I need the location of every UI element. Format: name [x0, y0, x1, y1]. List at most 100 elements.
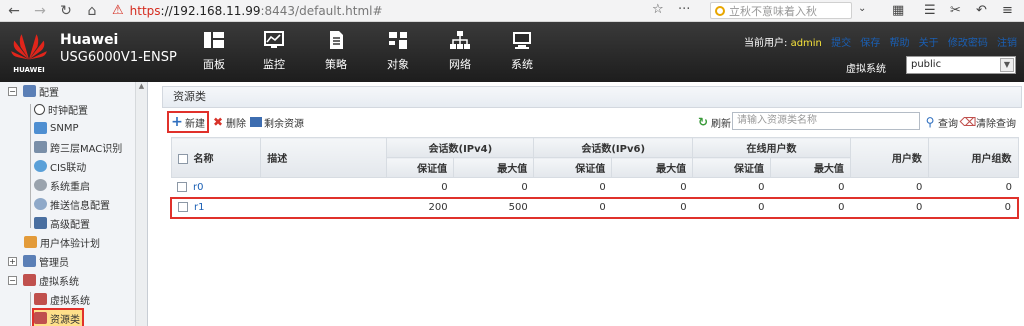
change-password-link[interactable]: 修改密码	[948, 38, 988, 49]
col-user-groups: 用户组数	[927, 137, 1019, 178]
more-icon[interactable]: ···	[678, 2, 690, 17]
apps-grid-icon[interactable]: ▦	[892, 3, 904, 18]
bookmark-star-icon[interactable]: ☆	[652, 2, 664, 17]
table-row[interactable]: r0 0 0 0 0 0 0 0 0	[171, 177, 1018, 198]
row-checkbox[interactable]	[178, 202, 188, 212]
row-online-guarantee: 0	[692, 177, 771, 198]
collapse-icon[interactable]: −	[8, 86, 17, 96]
page-title: 资源类	[162, 86, 1022, 108]
new-button[interactable]: + 新建	[167, 111, 209, 133]
select-all-checkbox[interactable]	[177, 154, 188, 164]
sidebar-item-label: 推送信息配置	[50, 200, 110, 212]
menu-label: 面板	[203, 58, 225, 71]
sidebar-item-admin[interactable]: + 管理员	[8, 253, 69, 269]
browser-search-placeholder: 立秋不意味着入秋	[729, 4, 817, 18]
add-icon: +	[171, 114, 183, 130]
sidebar-item-vsys-sub[interactable]: 虚拟系统	[34, 291, 90, 307]
collapse-icon[interactable]: −	[8, 275, 17, 285]
object-icon	[389, 32, 407, 49]
menu-object[interactable]: 对象	[376, 30, 420, 72]
row-ipv4-guarantee: 0	[386, 177, 454, 198]
undo-icon[interactable]: ↶	[976, 3, 987, 18]
cut-icon[interactable]: ✂	[950, 3, 961, 18]
col-ipv6-guarantee: 保证值	[533, 157, 613, 178]
back-icon[interactable]: ←	[4, 1, 24, 21]
resource-search-input[interactable]: 请输入资源类名称	[732, 112, 920, 130]
row-user-groups: 0	[928, 177, 1018, 198]
sidebar-item-vsys[interactable]: − 虚拟系统	[8, 272, 79, 288]
expand-icon[interactable]: +	[8, 256, 17, 266]
vsys-select[interactable]: public ▼	[906, 56, 1016, 74]
brand-title: Huawei USG6000V1-ENSP	[60, 32, 177, 66]
menu-icon[interactable]: ≡	[1002, 3, 1013, 18]
network-icon	[450, 31, 470, 49]
commit-link[interactable]: 提交	[831, 38, 851, 49]
row-users: 0	[850, 196, 929, 219]
sidebar-item-snmp[interactable]: SNMP	[34, 120, 79, 136]
snmp-icon	[34, 122, 47, 134]
row-name-link[interactable]: r1	[194, 202, 204, 213]
sidebar-item-label: 配置	[39, 87, 59, 99]
save-link[interactable]: 保存	[860, 38, 880, 49]
ux-plan-icon	[24, 236, 37, 248]
query-label: 查询	[938, 118, 958, 130]
reload-icon[interactable]: ↻	[56, 1, 76, 21]
about-link[interactable]: 关于	[919, 38, 939, 49]
sidebar-item-reboot[interactable]: 系统重启	[34, 177, 90, 193]
remaining-resource-button[interactable]: 剩余资源	[250, 113, 304, 131]
resource-class-icon	[34, 312, 47, 324]
sidebar-item-clock[interactable]: 时钟配置	[34, 101, 88, 117]
browser-toolbar: ← → ↻ ⌂ ⚠ https ://192.168.11.99 :8443/d…	[0, 0, 1024, 22]
mac-icon	[34, 141, 47, 153]
sidebar-item-push-info[interactable]: 推送信息配置	[34, 196, 110, 212]
sidebar-item-label: 管理员	[39, 257, 69, 269]
forward-icon[interactable]: →	[30, 1, 50, 21]
sidebar-item-ux-plan[interactable]: 用户体验计划	[24, 234, 100, 250]
logo-text: HUAWEI	[13, 66, 45, 74]
menu-label: 对象	[387, 58, 409, 71]
sidebar-item-config[interactable]: − 配置	[8, 83, 59, 99]
advanced-config-icon	[34, 217, 47, 229]
sidebar-item-label: 系统重启	[50, 181, 90, 193]
menu-policy[interactable]: 策略	[314, 30, 358, 72]
refresh-button[interactable]: ↻ 刷新	[697, 113, 731, 131]
vsys-icon	[23, 274, 36, 286]
vsys-sub-icon	[34, 293, 47, 305]
menu-dashboard[interactable]: 面板	[192, 30, 236, 72]
row-online-max: 0	[770, 177, 851, 198]
new-label: 新建	[185, 118, 205, 130]
delete-button[interactable]: ✖ 删除	[212, 113, 246, 131]
sidebar-item-cis[interactable]: CIS联动	[34, 158, 86, 174]
home-icon[interactable]: ⌂	[82, 1, 102, 21]
col-ipv4-guarantee: 保证值	[386, 157, 455, 178]
menu-network[interactable]: 网络	[438, 30, 482, 72]
sidebar-item-resource-class[interactable]: 资源类	[32, 308, 84, 326]
row-name-link[interactable]: r0	[193, 182, 203, 193]
reading-list-icon[interactable]: ☰	[924, 3, 936, 18]
query-button[interactable]: ⚲ 查询	[924, 113, 958, 131]
logout-link[interactable]: 注销	[997, 38, 1017, 49]
address-bar[interactable]: ⚠ https ://192.168.11.99 :8443/default.h…	[112, 1, 704, 20]
sidebar-scrollbar[interactable]: ▲	[135, 82, 147, 326]
menu-monitor[interactable]: 监控	[252, 30, 296, 72]
col-name[interactable]: 名称	[170, 137, 262, 178]
dropdown-icon[interactable]: ⌄	[858, 3, 866, 14]
browser-search-input[interactable]: 立秋不意味着入秋	[710, 2, 852, 19]
scroll-up-icon[interactable]: ▲	[136, 82, 147, 92]
huawei-logo-icon	[11, 34, 47, 60]
device-model: USG6000V1-ENSP	[60, 50, 177, 65]
table-row[interactable]: r1 200 500 0 0 0 0 0 0	[170, 196, 1019, 219]
sidebar-item-advanced[interactable]: 高级配置	[34, 215, 90, 231]
clear-query-button[interactable]: ⌫ 清除查询	[960, 113, 1016, 131]
help-link[interactable]: 帮助	[889, 38, 909, 49]
url-path: :8443/default.html#	[260, 3, 383, 18]
menu-system[interactable]: 系统	[500, 30, 544, 72]
delete-label: 删除	[226, 118, 246, 130]
monitor-icon	[264, 31, 284, 48]
row-checkbox[interactable]	[177, 181, 187, 192]
col-users: 用户数	[849, 137, 929, 178]
main-panel: 资源类 + 新建 ✖ 删除 剩余资源 ↻ 刷新 请输入资源类名称 ⚲ 查询 ⌫ …	[162, 86, 1024, 326]
row-ipv6-guarantee: 0	[533, 177, 612, 198]
url-host: ://192.168.11.99	[160, 3, 261, 18]
sidebar-item-mac-identify[interactable]: 跨三层MAC识别	[34, 139, 122, 155]
